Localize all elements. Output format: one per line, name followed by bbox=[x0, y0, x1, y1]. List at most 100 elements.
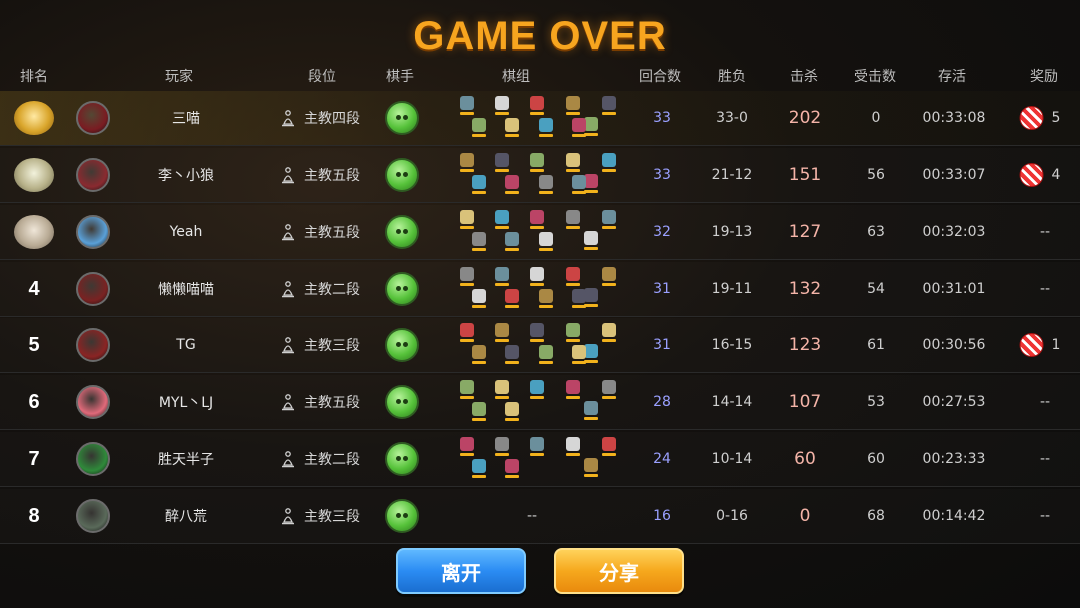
chess-piece-icon[interactable] bbox=[472, 289, 486, 308]
chess-piece-icon[interactable] bbox=[460, 210, 474, 229]
chess-piece-icon[interactable] bbox=[602, 267, 616, 286]
chess-piece-icon[interactable] bbox=[566, 210, 580, 229]
chess-piece-icon[interactable] bbox=[495, 323, 509, 342]
green-hero-icon[interactable] bbox=[385, 442, 419, 476]
rank-cell: 7 bbox=[28, 432, 39, 486]
chess-piece-icon[interactable] bbox=[572, 289, 586, 308]
green-hero-icon[interactable] bbox=[385, 385, 419, 419]
green-hero-icon[interactable] bbox=[385, 328, 419, 362]
lineup-pieces: -- bbox=[442, 491, 622, 541]
chess-piece-icon[interactable] bbox=[602, 96, 616, 115]
chess-piece-icon[interactable] bbox=[584, 231, 598, 250]
chess-piece-icon[interactable] bbox=[530, 437, 544, 456]
chess-piece-icon[interactable] bbox=[530, 323, 544, 342]
green-hero-icon[interactable] bbox=[385, 499, 419, 533]
chess-piece-icon[interactable] bbox=[460, 380, 474, 399]
chess-piece-icon[interactable] bbox=[460, 153, 474, 172]
chess-piece-icon[interactable] bbox=[530, 267, 544, 286]
chess-piece-icon[interactable] bbox=[505, 118, 519, 137]
chess-piece-icon[interactable] bbox=[584, 174, 598, 193]
chess-piece-icon[interactable] bbox=[505, 459, 519, 478]
chess-piece-icon[interactable] bbox=[472, 459, 486, 478]
green-hero-icon[interactable] bbox=[385, 101, 419, 135]
chess-piece-icon[interactable] bbox=[602, 380, 616, 399]
chess-piece-icon[interactable] bbox=[572, 175, 586, 194]
chess-piece-icon[interactable] bbox=[584, 288, 598, 307]
chess-piece-icon[interactable] bbox=[505, 289, 519, 308]
hero-cell bbox=[385, 318, 419, 372]
chess-piece-icon[interactable] bbox=[539, 232, 553, 251]
chess-piece-icon[interactable] bbox=[602, 323, 616, 342]
chess-piece-icon[interactable] bbox=[460, 323, 474, 342]
chess-piece-icon[interactable] bbox=[530, 380, 544, 399]
chess-piece-icon[interactable] bbox=[584, 344, 598, 363]
chess-piece-icon[interactable] bbox=[460, 437, 474, 456]
chess-piece-icon[interactable] bbox=[566, 96, 580, 115]
chess-piece-icon[interactable] bbox=[602, 437, 616, 456]
player-avatar[interactable] bbox=[76, 158, 110, 192]
chess-piece-icon[interactable] bbox=[472, 345, 486, 364]
chess-piece-icon[interactable] bbox=[505, 345, 519, 364]
chess-piece-icon[interactable] bbox=[566, 380, 580, 399]
chess-piece-icon[interactable] bbox=[472, 118, 486, 137]
chess-piece-icon[interactable] bbox=[472, 175, 486, 194]
chess-piece-icon[interactable] bbox=[472, 232, 486, 251]
chess-piece-icon[interactable] bbox=[584, 117, 598, 136]
hero-cell bbox=[385, 262, 419, 316]
player-avatar[interactable] bbox=[76, 385, 110, 419]
chess-piece-icon[interactable] bbox=[584, 401, 598, 420]
player-avatar[interactable] bbox=[76, 442, 110, 476]
chess-piece-icon[interactable] bbox=[530, 210, 544, 229]
chess-piece-icon[interactable] bbox=[460, 267, 474, 286]
share-button[interactable]: 分享 bbox=[554, 548, 684, 594]
chess-piece-icon[interactable] bbox=[566, 153, 580, 172]
chess-piece-icon[interactable] bbox=[495, 153, 509, 172]
chess-piece-icon[interactable] bbox=[505, 175, 519, 194]
chess-piece-icon[interactable] bbox=[566, 437, 580, 456]
chess-piece-icon[interactable] bbox=[539, 175, 553, 194]
green-hero-icon[interactable] bbox=[385, 215, 419, 249]
chess-piece-icon[interactable] bbox=[572, 345, 586, 364]
chess-piece-icon[interactable] bbox=[495, 380, 509, 399]
chess-piece-icon[interactable] bbox=[495, 96, 509, 115]
table-row: 8 醉八荒 主教三段 -- 16 0-16 0 68 00:14:42 -- bbox=[0, 489, 1080, 544]
chess-piece-icon[interactable] bbox=[584, 458, 598, 477]
leave-button[interactable]: 离开 bbox=[396, 548, 526, 594]
chess-piece-icon[interactable] bbox=[460, 96, 474, 115]
chess-piece-icon[interactable] bbox=[505, 402, 519, 421]
reward-cell: -- bbox=[1040, 375, 1050, 429]
chess-piece-icon[interactable] bbox=[602, 210, 616, 229]
player-avatar[interactable] bbox=[76, 101, 110, 135]
tier-label: 主教五段 bbox=[304, 168, 360, 184]
header-player: 玩家 bbox=[165, 69, 193, 85]
chess-piece-icon[interactable] bbox=[505, 232, 519, 251]
chess-piece-icon[interactable] bbox=[530, 153, 544, 172]
header-tier: 段位 bbox=[308, 69, 336, 85]
player-avatar[interactable] bbox=[76, 499, 110, 533]
chess-piece-icon[interactable] bbox=[495, 210, 509, 229]
silver-medal-icon: silver bbox=[14, 158, 54, 192]
chess-piece-icon[interactable] bbox=[472, 402, 486, 421]
tier-cell: 主教五段 bbox=[280, 375, 360, 429]
kills-value: 107 bbox=[788, 392, 822, 412]
chess-piece-icon[interactable] bbox=[539, 345, 553, 364]
chess-piece-icon[interactable] bbox=[495, 267, 509, 286]
chess-piece-icon[interactable] bbox=[566, 267, 580, 286]
chess-piece-icon[interactable] bbox=[530, 96, 544, 115]
player-name: 三喵 bbox=[172, 111, 200, 127]
lineup-pieces bbox=[442, 434, 622, 484]
header-reward: 奖励 bbox=[1030, 69, 1058, 85]
chess-piece-icon[interactable] bbox=[572, 118, 586, 137]
player-avatar[interactable] bbox=[76, 215, 110, 249]
chess-piece-icon[interactable] bbox=[602, 153, 616, 172]
damage-taken-value: 56 bbox=[867, 167, 885, 183]
chess-piece-icon[interactable] bbox=[539, 289, 553, 308]
reward-cell: -- bbox=[1040, 262, 1050, 316]
player-avatar[interactable] bbox=[76, 328, 110, 362]
green-hero-icon[interactable] bbox=[385, 158, 419, 192]
player-avatar[interactable] bbox=[76, 272, 110, 306]
green-hero-icon[interactable] bbox=[385, 272, 419, 306]
chess-piece-icon[interactable] bbox=[539, 118, 553, 137]
chess-piece-icon[interactable] bbox=[495, 437, 509, 456]
chess-piece-icon[interactable] bbox=[566, 323, 580, 342]
